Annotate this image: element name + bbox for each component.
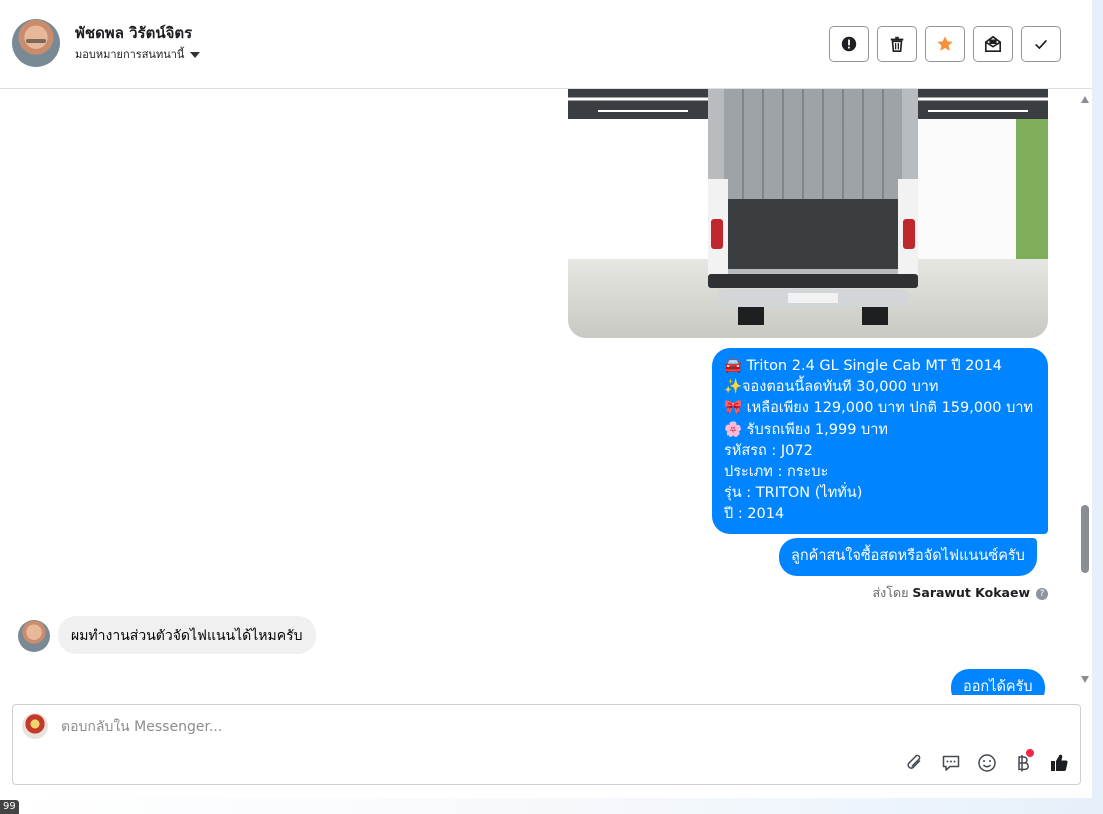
- smiley-icon: [977, 753, 996, 772]
- customer-avatar[interactable]: [18, 620, 50, 652]
- sender-name: Sarawut Kokaew: [912, 585, 1031, 600]
- scroll-down-arrow[interactable]: [1081, 676, 1089, 683]
- listing-line: 🚘 Triton 2.4 GL Single Cab MT ปี 2014: [724, 358, 1003, 374]
- inbox-panel: พัชดพล วิรัตน์จิตร มอบหมายการสนทนานี้ 🚘 …: [0, 0, 1092, 798]
- caret-down-icon: [190, 52, 201, 58]
- sent-by-prefix: ส่งโดย: [872, 585, 909, 600]
- star-button[interactable]: [925, 26, 965, 62]
- listing-line: ✨จองตอนนี้ลดทันที 30,000 บาท: [724, 379, 939, 396]
- header-actions: [829, 26, 1061, 62]
- assign-conversation-dropdown[interactable]: มอบหมายการสนทนานี้: [75, 45, 201, 63]
- listing-line: ประเภท : กระบะ: [724, 464, 829, 481]
- listing-line: รุ่น : TRITON (ไททั่น): [724, 485, 863, 502]
- question-message[interactable]: ลูกค้าสนใจซื้อสดหรือจัดไฟแนนซ์ครับ: [779, 538, 1037, 576]
- mark-done-button[interactable]: [1021, 26, 1061, 62]
- star-icon: [937, 36, 953, 51]
- contact-name[interactable]: พัชดพล วิรัตน์จิตร: [75, 21, 192, 45]
- mail-icon: [984, 35, 1002, 53]
- chat-bubble-icon: [942, 755, 959, 771]
- corner-badge: 99: [0, 800, 19, 814]
- thumbs-up-icon: [1050, 754, 1068, 771]
- emoji-button[interactable]: [975, 751, 998, 774]
- mark-unread-button[interactable]: [973, 26, 1013, 62]
- reply-message[interactable]: ออกได้ครับ: [951, 669, 1045, 695]
- help-icon[interactable]: ?: [1036, 587, 1048, 600]
- sent-by-caption: ส่งโดย Sarawut Kokaew ?: [872, 583, 1048, 603]
- scroll-up-arrow[interactable]: [1081, 96, 1089, 103]
- reply-input[interactable]: [61, 717, 961, 737]
- page-avatar: [22, 713, 48, 739]
- listing-line: ปี : 2014: [724, 506, 785, 523]
- like-button[interactable]: [1047, 751, 1070, 774]
- assign-label: มอบหมายการสนทนานี้: [75, 48, 185, 61]
- truck-image: [568, 89, 1048, 338]
- incoming-message[interactable]: ผมทำงานส่วนตัวจัดไฟแนนได้ไหมครับ: [58, 616, 316, 654]
- payment-button[interactable]: [1011, 749, 1034, 774]
- listing-line: 🌸 รับรถเพียง 1,999 บาท: [724, 421, 888, 438]
- listing-line: รหัสรถ : J072: [724, 442, 813, 459]
- delete-button[interactable]: [877, 26, 917, 62]
- contact-avatar[interactable]: [12, 19, 60, 67]
- listing-line: 🎀 เหลือเพียง 129,000 บาท ปกติ 159,000 บา…: [724, 400, 1034, 417]
- mark-spam-button[interactable]: [829, 26, 869, 62]
- trash-icon: [890, 36, 904, 53]
- reply-composer: [12, 704, 1081, 785]
- paperclip-icon: [906, 754, 920, 769]
- message-thread[interactable]: 🚘 Triton 2.4 GL Single Cab MT ปี 2014 ✨จ…: [0, 89, 1078, 695]
- alert-icon: [841, 36, 857, 52]
- vehicle-photo[interactable]: [568, 89, 1048, 338]
- scrollbar-thumb[interactable]: [1081, 505, 1089, 573]
- composer-tools: [903, 749, 1070, 774]
- notification-dot: [1026, 749, 1034, 757]
- conversation-header: พัชดพล วิรัตน์จิตร มอบหมายการสนทนานี้: [0, 0, 1092, 89]
- check-icon: [1035, 39, 1047, 50]
- saved-replies-button[interactable]: [939, 751, 962, 774]
- attach-button[interactable]: [903, 751, 926, 774]
- listing-message[interactable]: 🚘 Triton 2.4 GL Single Cab MT ปี 2014 ✨จ…: [712, 348, 1048, 534]
